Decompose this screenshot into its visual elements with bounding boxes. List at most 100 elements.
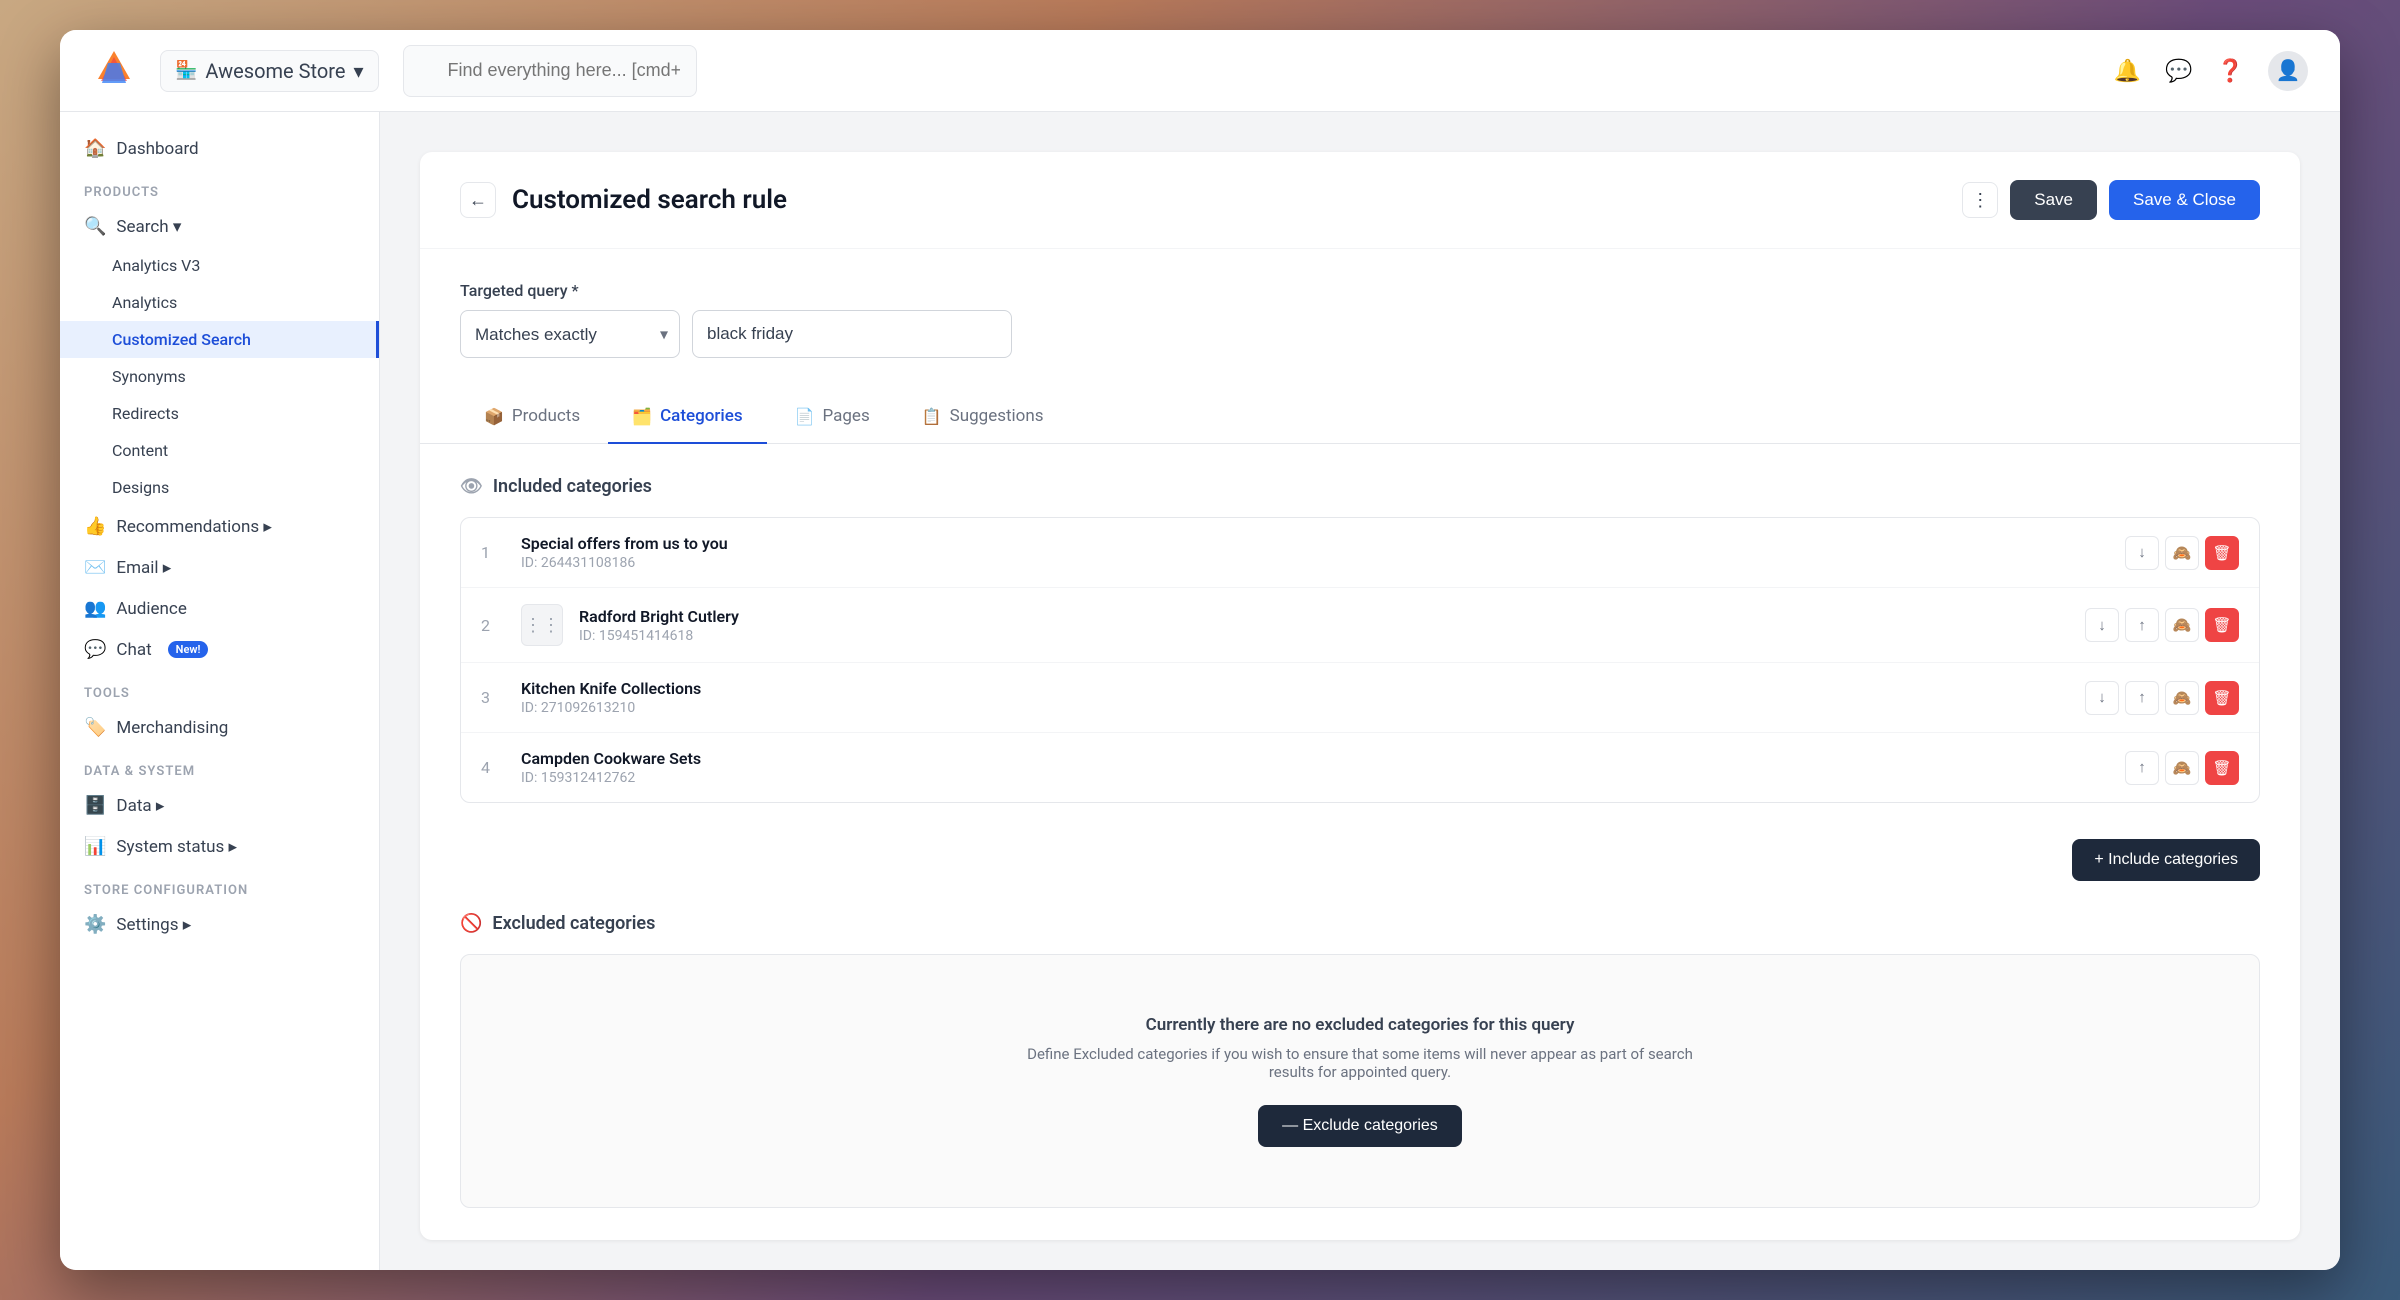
notifications-button[interactable]: 🔔 xyxy=(2114,58,2141,84)
more-options-button[interactable]: ⋮ xyxy=(1962,182,1998,218)
excluded-section-title: Excluded categories xyxy=(492,913,655,934)
suggestions-tab-icon: 📋 xyxy=(922,407,942,426)
sidebar-item-settings[interactable]: ⚙️ Settings ▸ xyxy=(60,904,379,945)
sidebar-item-label: Dashboard xyxy=(116,139,198,159)
excluded-eye-icon: 🚫 xyxy=(460,913,482,934)
tab-pages[interactable]: 📄 Pages xyxy=(771,390,894,444)
category-id: ID: 159451414618 xyxy=(579,628,2069,644)
excluded-section-header: 🚫 Excluded categories xyxy=(460,913,2260,934)
recommendations-icon: 👍 xyxy=(84,516,106,537)
sidebar-item-analytics[interactable]: Analytics xyxy=(60,284,379,321)
table-row: 2 ⋮⋮ Radford Bright Cutlery ID: 15945141… xyxy=(461,588,2259,663)
save-button[interactable]: Save xyxy=(2010,180,2097,220)
move-down-button[interactable]: ↓ xyxy=(2085,608,2119,642)
included-section-title: Included categories xyxy=(493,476,652,497)
header-actions: ⋮ Save Save & Close xyxy=(1962,180,2260,220)
included-section-header: 👁 Included categories xyxy=(460,476,2260,497)
merchandising-icon: 🏷️ xyxy=(84,717,106,738)
category-id: ID: 264431108186 xyxy=(521,555,2109,571)
match-type-select[interactable]: Matches exactly Contains Starts with xyxy=(460,310,680,358)
delete-button[interactable]: 🗑 xyxy=(2205,608,2239,642)
delete-button[interactable]: 🗑 xyxy=(2205,681,2239,715)
chat-new-badge: New! xyxy=(168,641,209,658)
form-section: Targeted query * Matches exactly Contain… xyxy=(420,249,2300,390)
customized-search-label: Customized Search xyxy=(112,330,251,349)
email-label: Email ▸ xyxy=(116,558,171,578)
sidebar-section-data: DATA & SYSTEM xyxy=(60,748,379,785)
move-down-button[interactable]: ↓ xyxy=(2085,681,2119,715)
search-wrapper: 🔍 xyxy=(403,45,1043,97)
tab-suggestions[interactable]: 📋 Suggestions xyxy=(898,390,1068,444)
sidebar-item-search[interactable]: 🔍 Search ▾ xyxy=(60,206,379,247)
sidebar-item-content[interactable]: Content xyxy=(60,432,379,469)
system-status-icon: 📊 xyxy=(84,836,106,857)
category-info: Kitchen Knife Collections ID: 2710926132… xyxy=(521,679,2069,716)
excluded-empty-state: Currently there are no excluded categori… xyxy=(460,954,2260,1208)
sidebar-item-audience[interactable]: 👥 Audience xyxy=(60,588,379,629)
table-row: 3 Kitchen Knife Collections ID: 27109261… xyxy=(461,663,2259,733)
move-up-button[interactable]: ↑ xyxy=(2125,681,2159,715)
store-name: Awesome Store xyxy=(205,59,345,83)
sidebar-item-designs[interactable]: Designs xyxy=(60,469,379,506)
sidebar-item-merchandising[interactable]: 🏷️ Merchandising xyxy=(60,707,379,748)
analytics-label: Analytics xyxy=(112,293,177,312)
settings-label: Settings ▸ xyxy=(116,915,191,935)
redirects-label: Redirects xyxy=(112,404,179,423)
page-card: ← Customized search rule ⋮ Save Save & C… xyxy=(420,152,2300,1240)
page-title: Customized search rule xyxy=(512,185,1946,215)
category-info: Campden Cookware Sets ID: 159312412762 xyxy=(521,749,2109,786)
included-categories-section: 👁 Included categories 1 Special offers f… xyxy=(420,444,2300,913)
include-categories-button[interactable]: + Include categories xyxy=(2072,839,2260,881)
sidebar-item-dashboard[interactable]: 🏠 Dashboard xyxy=(60,128,379,169)
categories-tab-label: Categories xyxy=(660,406,743,426)
sidebar-item-system-status[interactable]: 📊 System status ▸ xyxy=(60,826,379,867)
tab-products[interactable]: 📦 Products xyxy=(460,390,604,444)
sidebar-search-label: Search ▾ xyxy=(116,217,181,237)
help-button[interactable]: ❓ xyxy=(2217,58,2244,84)
suggestions-tab-label: Suggestions xyxy=(950,406,1044,426)
sidebar: 🏠 Dashboard PRODUCTS 🔍 Search ▾ Analytic… xyxy=(60,112,380,1270)
global-search-input[interactable] xyxy=(403,45,697,97)
sidebar-section-products: PRODUCTS xyxy=(60,169,379,206)
exclude-categories-button[interactable]: — Exclude categories xyxy=(1258,1105,1462,1147)
sidebar-item-redirects[interactable]: Redirects xyxy=(60,395,379,432)
top-bar: 🏪 Awesome Store ▾ 🔍 🔔 💬 ❓ 👤 xyxy=(60,30,2340,112)
row-actions: ↑ 🙈 🗑 xyxy=(2125,751,2239,785)
hide-button[interactable]: 🙈 xyxy=(2165,751,2199,785)
excluded-empty-title: Currently there are no excluded categori… xyxy=(501,1015,2219,1035)
sidebar-item-chat[interactable]: 💬 Chat New! xyxy=(60,629,379,670)
main-layout: 🏠 Dashboard PRODUCTS 🔍 Search ▾ Analytic… xyxy=(60,112,2340,1270)
data-icon: 🗄️ xyxy=(84,795,106,816)
tab-categories[interactable]: 🗂️ Categories xyxy=(608,390,766,444)
audience-icon: 👥 xyxy=(84,598,106,619)
sidebar-item-data[interactable]: 🗄️ Data ▸ xyxy=(60,785,379,826)
table-row: 4 Campden Cookware Sets ID: 159312412762… xyxy=(461,733,2259,802)
sidebar-item-recommendations[interactable]: 👍 Recommendations ▸ xyxy=(60,506,379,547)
chat-label: Chat xyxy=(116,640,151,660)
save-close-button[interactable]: Save & Close xyxy=(2109,180,2260,220)
sidebar-item-analytics-v3[interactable]: Analytics V3 xyxy=(60,247,379,284)
delete-button[interactable]: 🗑 xyxy=(2205,751,2239,785)
back-button[interactable]: ← xyxy=(460,182,496,218)
category-id: ID: 271092613210 xyxy=(521,700,2069,716)
designs-label: Designs xyxy=(112,478,169,497)
move-down-button[interactable]: ↓ xyxy=(2125,536,2159,570)
pages-tab-label: Pages xyxy=(823,406,870,426)
recommendations-label: Recommendations ▸ xyxy=(116,517,271,537)
chat-icon-button[interactable]: 💬 xyxy=(2165,58,2192,84)
sidebar-item-synonyms[interactable]: Synonyms xyxy=(60,358,379,395)
hide-button[interactable]: 🙈 xyxy=(2165,608,2199,642)
delete-button[interactable]: 🗑 xyxy=(2205,536,2239,570)
synonyms-label: Synonyms xyxy=(112,367,186,386)
excluded-categories-section: 🚫 Excluded categories Currently there ar… xyxy=(420,913,2300,1240)
sidebar-section-tools: TOOLS xyxy=(60,670,379,707)
move-up-button[interactable]: ↑ xyxy=(2125,751,2159,785)
sidebar-item-email[interactable]: ✉️ Email ▸ xyxy=(60,547,379,588)
hide-button[interactable]: 🙈 xyxy=(2165,536,2199,570)
hide-button[interactable]: 🙈 xyxy=(2165,681,2199,715)
store-selector[interactable]: 🏪 Awesome Store ▾ xyxy=(160,50,379,92)
move-up-button[interactable]: ↑ xyxy=(2125,608,2159,642)
sidebar-item-customized-search[interactable]: Customized Search xyxy=(60,321,379,358)
query-value-input[interactable] xyxy=(692,310,1012,358)
user-avatar-button[interactable]: 👤 xyxy=(2268,51,2308,91)
